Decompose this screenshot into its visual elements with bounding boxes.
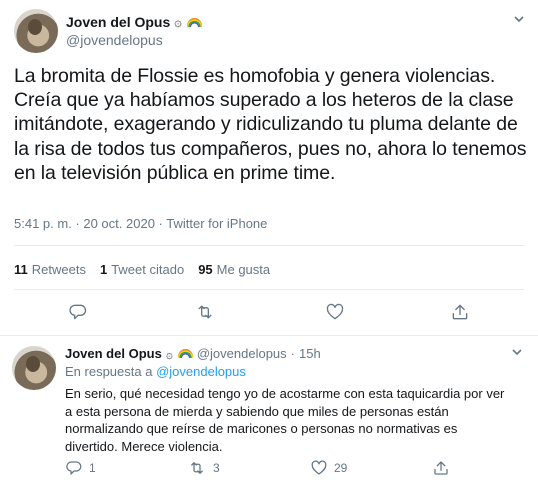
reply-button[interactable] (68, 302, 88, 322)
retweet-button[interactable]: 3 (187, 459, 220, 477)
tweet-text: La bromita de Flossie es homofobia y gen… (14, 65, 527, 184)
reply-author-name[interactable]: Joven del Opus (65, 346, 162, 361)
likes-label: Me gusta (216, 262, 271, 277)
likes-stat[interactable]: 95 Me gusta (198, 262, 270, 277)
retweet-button[interactable] (194, 302, 216, 322)
retweets-stat[interactable]: 11 Retweets (14, 262, 86, 277)
heart-icon (326, 303, 344, 320)
retweet-count: 3 (213, 461, 220, 475)
reply-target-link[interactable]: @jovendelopus (156, 364, 246, 379)
sun-seal-emoji-icon: ۞ (165, 346, 173, 361)
like-button[interactable]: 29 (310, 459, 347, 477)
reply-count: 1 (89, 461, 96, 475)
author-name[interactable]: Joven del Opus (66, 14, 170, 30)
retweets-count: 11 (14, 262, 28, 277)
engagement-stats: 11 Retweets 1 Tweet citado 95 Me gusta (14, 262, 270, 277)
share-icon (452, 304, 468, 320)
separator-dot: · (290, 346, 296, 361)
share-button[interactable] (432, 458, 450, 478)
avatar[interactable] (12, 346, 56, 390)
rainbow-emoji-icon (186, 17, 202, 27)
retweet-icon (191, 462, 203, 474)
retweets-label: Retweets (31, 262, 86, 277)
sun-seal-emoji-icon: ۞ (174, 14, 182, 29)
reply-prefix: En respuesta a (65, 364, 153, 379)
rainbow-emoji-icon (177, 349, 193, 358)
share-button[interactable] (450, 301, 470, 323)
like-button[interactable] (325, 302, 345, 322)
reply-icon (66, 461, 82, 475)
reply-author-row: Joven del Opus ۞ @jovendelopus · 15h (65, 346, 321, 361)
main-tweet: Joven del Opus ۞ @jovendelopus La bromit… (0, 0, 538, 336)
quotes-label: Tweet citado (111, 262, 185, 277)
reply-time[interactable]: 15h (299, 346, 321, 361)
reply-text: En serio, qué necesidad tengo yo de acos… (65, 386, 505, 454)
reply-context: En respuesta a @jovendelopus (65, 364, 246, 379)
divider (14, 245, 524, 246)
author-handle[interactable]: @jovendelopus (66, 32, 163, 48)
avatar[interactable] (14, 9, 58, 53)
heart-icon (311, 460, 327, 475)
retweet-icon (198, 305, 212, 319)
divider (14, 289, 524, 290)
share-icon (434, 461, 448, 475)
like-count: 29 (334, 461, 348, 475)
quotes-count: 1 (99, 262, 108, 277)
chevron-down-icon[interactable] (510, 12, 528, 30)
likes-count: 95 (198, 262, 213, 277)
reply-author-handle[interactable]: @jovendelopus (197, 346, 287, 361)
quotes-stat[interactable]: 1 Tweet citado (100, 262, 184, 277)
chevron-down-icon[interactable] (508, 345, 526, 363)
author-name-row: Joven del Opus ۞ (66, 14, 202, 30)
reply-button[interactable]: 1 (65, 459, 96, 477)
tweet-timestamp[interactable]: 5:41 p. m. · 20 oct. 2020 · Twitter for … (14, 216, 267, 231)
reply-icon (69, 304, 87, 320)
